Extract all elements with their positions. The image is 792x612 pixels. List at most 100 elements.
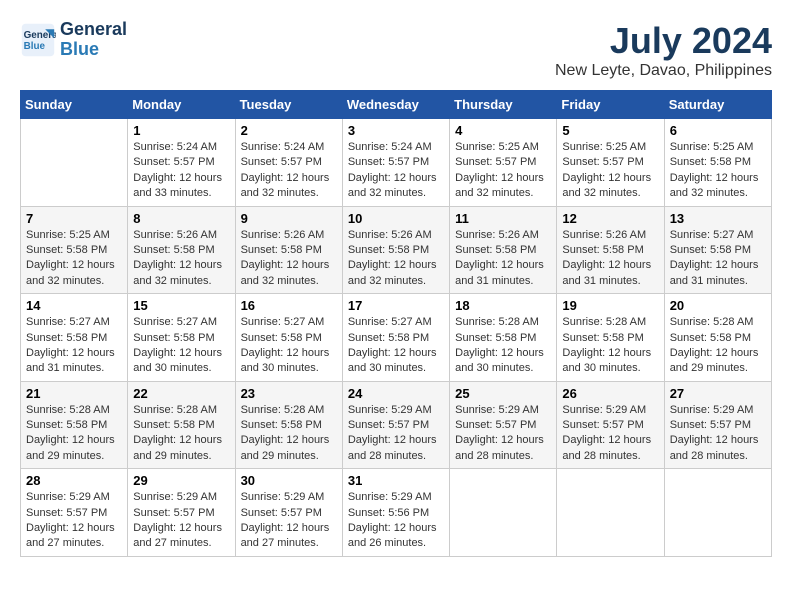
day-cell: 24 Sunrise: 5:29 AMSunset: 5:57 PMDayligh… <box>342 381 449 469</box>
day-number: 24 <box>348 386 444 401</box>
day-cell: 23 Sunrise: 5:28 AMSunset: 5:58 PMDayligh… <box>235 381 342 469</box>
week-row-1: 1Sunrise: 5:24 AMSunset: 5:57 PMDaylight… <box>21 119 772 207</box>
day-cell <box>557 469 664 557</box>
day-info: Sunrise: 5:24 AMSunset: 5:57 PMDaylight:… <box>348 141 437 199</box>
day-cell: 30Sunrise: 5:29 AMSunset: 5:57 PMDayligh… <box>235 469 342 557</box>
logo: General Blue General Blue <box>20 20 127 60</box>
day-cell: 26 Sunrise: 5:29 AMSunset: 5:57 PMDayligh… <box>557 381 664 469</box>
day-info: Sunrise: 5:24 AMSunset: 5:57 PMDaylight:… <box>241 141 330 199</box>
week-row-4: 21Sunrise: 5:28 AMSunset: 5:58 PMDayligh… <box>21 381 772 469</box>
day-cell: 16Sunrise: 5:27 AMSunset: 5:58 PMDayligh… <box>235 294 342 382</box>
day-cell: 11Sunrise: 5:26 AMSunset: 5:58 PMDayligh… <box>450 206 557 294</box>
day-cell: 15Sunrise: 5:27 AMSunset: 5:58 PMDayligh… <box>128 294 235 382</box>
day-cell: 31 Sunrise: 5:29 AMSunset: 5:56 PMDayligh… <box>342 469 449 557</box>
day-cell: 27Sunrise: 5:29 AMSunset: 5:57 PMDayligh… <box>664 381 771 469</box>
day-cell: 21Sunrise: 5:28 AMSunset: 5:58 PMDayligh… <box>21 381 128 469</box>
header: General Blue General Blue July 2024 New … <box>20 20 772 80</box>
day-info: Sunrise: 5:29 AMSunset: 5:57 PMDaylight:… <box>26 491 115 549</box>
calendar-header: SundayMondayTuesdayWednesdayThursdayFrid… <box>21 91 772 119</box>
day-cell: 9 Sunrise: 5:26 AMSunset: 5:58 PMDaylight… <box>235 206 342 294</box>
header-cell-saturday: Saturday <box>664 91 771 119</box>
logo-icon: General Blue <box>20 22 56 58</box>
day-info: Sunrise: 5:29 AMSunset: 5:57 PMDaylight:… <box>562 404 651 462</box>
header-row: SundayMondayTuesdayWednesdayThursdayFrid… <box>21 91 772 119</box>
day-cell: 13 Sunrise: 5:27 AMSunset: 5:58 PMDayligh… <box>664 206 771 294</box>
logo-text: General Blue <box>60 20 127 60</box>
day-number: 22 <box>133 386 229 401</box>
day-number: 28 <box>26 473 122 488</box>
day-cell <box>21 119 128 207</box>
day-number: 29 <box>133 473 229 488</box>
day-info: Sunrise: 5:29 AMSunset: 5:57 PMDaylight:… <box>348 404 437 462</box>
day-number: 26 <box>562 386 658 401</box>
day-info: Sunrise: 5:27 AMSunset: 5:58 PMDaylight:… <box>348 316 437 374</box>
day-cell: 14 Sunrise: 5:27 AMSunset: 5:58 PMDayligh… <box>21 294 128 382</box>
day-number: 31 <box>348 473 444 488</box>
day-info: Sunrise: 5:26 AMSunset: 5:58 PMDaylight:… <box>133 229 222 287</box>
day-cell: 20Sunrise: 5:28 AMSunset: 5:58 PMDayligh… <box>664 294 771 382</box>
day-cell: 28 Sunrise: 5:29 AMSunset: 5:57 PMDayligh… <box>21 469 128 557</box>
day-number: 5 <box>562 123 658 138</box>
day-info: Sunrise: 5:27 AMSunset: 5:58 PMDaylight:… <box>26 316 115 374</box>
day-number: 16 <box>241 298 337 313</box>
day-number: 10 <box>348 211 444 226</box>
day-info: Sunrise: 5:25 AMSunset: 5:58 PMDaylight:… <box>670 141 759 199</box>
day-number: 27 <box>670 386 766 401</box>
day-cell: 29Sunrise: 5:29 AMSunset: 5:57 PMDayligh… <box>128 469 235 557</box>
day-cell: 3 Sunrise: 5:24 AMSunset: 5:57 PMDaylight… <box>342 119 449 207</box>
header-cell-wednesday: Wednesday <box>342 91 449 119</box>
day-cell: 22 Sunrise: 5:28 AMSunset: 5:58 PMDayligh… <box>128 381 235 469</box>
day-info: Sunrise: 5:28 AMSunset: 5:58 PMDaylight:… <box>133 404 222 462</box>
day-number: 3 <box>348 123 444 138</box>
week-row-5: 28 Sunrise: 5:29 AMSunset: 5:57 PMDayligh… <box>21 469 772 557</box>
calendar-body: 1Sunrise: 5:24 AMSunset: 5:57 PMDaylight… <box>21 119 772 557</box>
calendar-table: SundayMondayTuesdayWednesdayThursdayFrid… <box>20 90 772 557</box>
day-number: 4 <box>455 123 551 138</box>
day-cell: 19Sunrise: 5:28 AMSunset: 5:58 PMDayligh… <box>557 294 664 382</box>
header-cell-friday: Friday <box>557 91 664 119</box>
day-cell: 25Sunrise: 5:29 AMSunset: 5:57 PMDayligh… <box>450 381 557 469</box>
day-cell: 1Sunrise: 5:24 AMSunset: 5:57 PMDaylight… <box>128 119 235 207</box>
day-info: Sunrise: 5:25 AMSunset: 5:57 PMDaylight:… <box>455 141 544 199</box>
day-info: Sunrise: 5:28 AMSunset: 5:58 PMDaylight:… <box>26 404 115 462</box>
day-number: 14 <box>26 298 122 313</box>
day-cell: 4 Sunrise: 5:25 AMSunset: 5:57 PMDaylight… <box>450 119 557 207</box>
day-number: 18 <box>455 298 551 313</box>
header-cell-thursday: Thursday <box>450 91 557 119</box>
header-cell-monday: Monday <box>128 91 235 119</box>
day-info: Sunrise: 5:26 AMSunset: 5:58 PMDaylight:… <box>241 229 330 287</box>
day-number: 12 <box>562 211 658 226</box>
day-cell: 2 Sunrise: 5:24 AMSunset: 5:57 PMDaylight… <box>235 119 342 207</box>
day-cell: 8Sunrise: 5:26 AMSunset: 5:58 PMDaylight… <box>128 206 235 294</box>
day-number: 9 <box>241 211 337 226</box>
day-cell <box>664 469 771 557</box>
day-info: Sunrise: 5:29 AMSunset: 5:56 PMDaylight:… <box>348 491 437 549</box>
day-info: Sunrise: 5:26 AMSunset: 5:58 PMDaylight:… <box>562 229 651 287</box>
day-cell: 5 Sunrise: 5:25 AMSunset: 5:57 PMDaylight… <box>557 119 664 207</box>
day-cell: 6Sunrise: 5:25 AMSunset: 5:58 PMDaylight… <box>664 119 771 207</box>
header-cell-tuesday: Tuesday <box>235 91 342 119</box>
day-number: 7 <box>26 211 122 226</box>
day-number: 25 <box>455 386 551 401</box>
day-number: 23 <box>241 386 337 401</box>
day-info: Sunrise: 5:28 AMSunset: 5:58 PMDaylight:… <box>455 316 544 374</box>
day-info: Sunrise: 5:27 AMSunset: 5:58 PMDaylight:… <box>670 229 759 287</box>
day-info: Sunrise: 5:28 AMSunset: 5:58 PMDaylight:… <box>241 404 330 462</box>
day-info: Sunrise: 5:25 AMSunset: 5:58 PMDaylight:… <box>26 229 115 287</box>
day-info: Sunrise: 5:29 AMSunset: 5:57 PMDaylight:… <box>241 491 330 549</box>
day-number: 2 <box>241 123 337 138</box>
week-row-3: 14 Sunrise: 5:27 AMSunset: 5:58 PMDayligh… <box>21 294 772 382</box>
week-row-2: 7 Sunrise: 5:25 AMSunset: 5:58 PMDaylight… <box>21 206 772 294</box>
day-number: 17 <box>348 298 444 313</box>
day-number: 13 <box>670 211 766 226</box>
day-info: Sunrise: 5:26 AMSunset: 5:58 PMDaylight:… <box>455 229 544 287</box>
day-info: Sunrise: 5:24 AMSunset: 5:57 PMDaylight:… <box>133 141 222 199</box>
svg-text:Blue: Blue <box>24 41 46 52</box>
day-number: 20 <box>670 298 766 313</box>
title-block: July 2024 New Leyte, Davao, Philippines <box>555 20 772 80</box>
day-info: Sunrise: 5:25 AMSunset: 5:57 PMDaylight:… <box>562 141 651 199</box>
month-year: July 2024 <box>555 20 772 62</box>
day-number: 19 <box>562 298 658 313</box>
day-number: 15 <box>133 298 229 313</box>
day-cell: 10Sunrise: 5:26 AMSunset: 5:58 PMDayligh… <box>342 206 449 294</box>
